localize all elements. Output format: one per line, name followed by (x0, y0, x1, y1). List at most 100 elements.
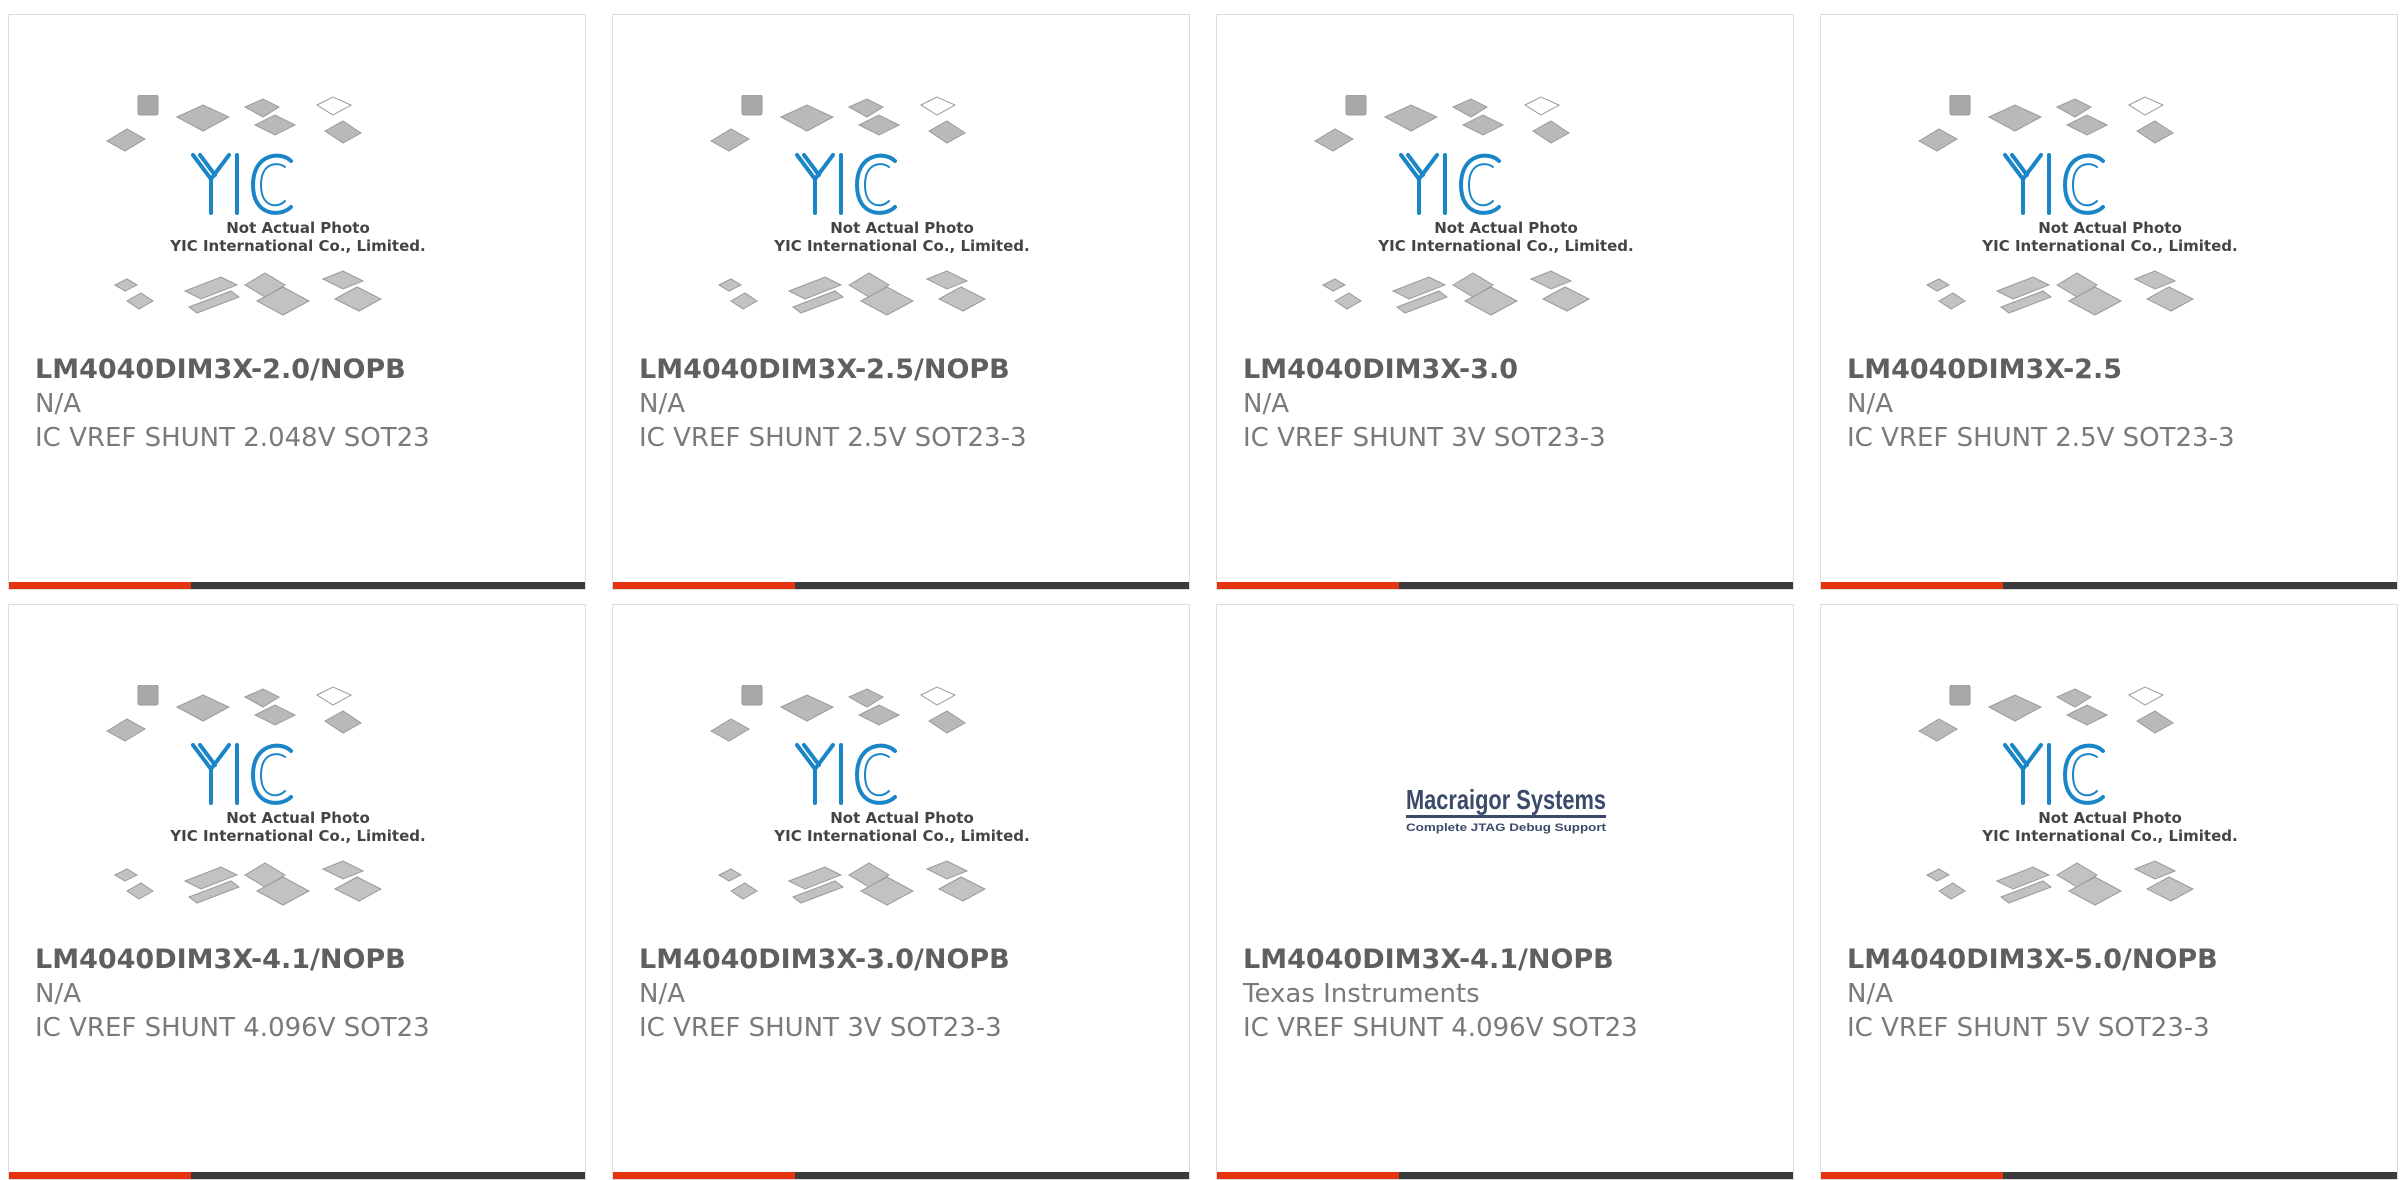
card-footer-bar (1821, 1172, 2397, 1179)
description: IC VREF SHUNT 5V SOT23-3 (1847, 1013, 2210, 1043)
product-image: Not Actual Photo YIC International Co., L… (709, 95, 1095, 361)
caption-company: YIC International Co., Limited. (773, 237, 1029, 255)
chip-packages-top (106, 685, 362, 742)
chip-packages-bottom (717, 860, 987, 906)
product-info: LM4040DIM3X-2.5/NOPB N/A IC VREF SHUNT 2… (639, 353, 1169, 455)
accent-bar (9, 1172, 191, 1179)
product-info: LM4040DIM3X-2.0/NOPB N/A IC VREF SHUNT 2… (35, 353, 565, 455)
manufacturer: N/A (639, 389, 685, 419)
part-number[interactable]: LM4040DIM3X-5.0/NOPB (1847, 943, 2377, 977)
description: IC VREF SHUNT 2.5V SOT23-3 (1847, 423, 2235, 453)
accent-bar (1217, 582, 1399, 589)
card-footer-bar (613, 1172, 1189, 1179)
manufacturer: N/A (1847, 389, 1893, 419)
manufacturer: N/A (1243, 389, 1289, 419)
product-image: Not Actual Photo YIC International Co., L… (1917, 685, 2303, 951)
caption-company: YIC International Co., Limited. (169, 237, 425, 255)
caption-not-actual-photo: Not Actual Photo (830, 809, 974, 827)
chip-packages-top (710, 95, 966, 152)
yic-logo-icon (795, 743, 897, 805)
caption-not-actual-photo: Not Actual Photo (2038, 809, 2182, 827)
product-image: Not Actual Photo YIC International Co., L… (709, 685, 1095, 951)
manufacturer: N/A (35, 979, 81, 1009)
part-number[interactable]: LM4040DIM3X-2.5 (1847, 353, 2377, 387)
product-info: LM4040DIM3X-5.0/NOPB N/A IC VREF SHUNT 5… (1847, 943, 2377, 1045)
chip-packages-top (106, 95, 362, 152)
product-info: LM4040DIM3X-3.0 N/A IC VREF SHUNT 3V SOT… (1243, 353, 1773, 455)
description: IC VREF SHUNT 3V SOT23-3 (1243, 423, 1606, 453)
accent-bar (1217, 1172, 1399, 1179)
product-info: LM4040DIM3X-3.0/NOPB N/A IC VREF SHUNT 3… (639, 943, 1169, 1045)
description: IC VREF SHUNT 4.096V SOT23 (1243, 1013, 1638, 1043)
yic-logo-icon (2003, 743, 2105, 805)
card-footer-bar (9, 1172, 585, 1179)
product-card[interactable]: Not Actual Photo YIC International Co., L… (8, 14, 586, 590)
caption-company: YIC International Co., Limited. (1981, 827, 2237, 845)
product-card[interactable]: Not Actual Photo YIC International Co., L… (8, 604, 586, 1180)
manufacturer: N/A (639, 979, 685, 1009)
yic-logo-icon (795, 153, 897, 215)
chip-packages-top (710, 685, 966, 742)
accent-bar (613, 582, 795, 589)
caption-not-actual-photo: Not Actual Photo (226, 809, 370, 827)
thumbnail-graphic: Not Actual PhotoYIC International Co., L… (106, 685, 426, 906)
thumbnail-graphic: Not Actual PhotoYIC International Co., L… (710, 685, 1030, 906)
chip-packages-bottom (1925, 270, 2195, 316)
card-footer-bar (1821, 582, 2397, 589)
product-info: LM4040DIM3X-2.5 N/A IC VREF SHUNT 2.5V S… (1847, 353, 2377, 455)
product-image: Not Actual Photo YIC International Co., L… (1313, 95, 1699, 361)
product-image: Not Actual Photo YIC International Co., L… (105, 685, 491, 951)
caption-company: YIC International Co., Limited. (1981, 237, 2237, 255)
chip-packages-bottom (1321, 270, 1591, 316)
product-info: LM4040DIM3X-4.1/NOPB N/A IC VREF SHUNT 4… (35, 943, 565, 1045)
caption-company: YIC International Co., Limited. (169, 827, 425, 845)
thumbnail-graphic: Not Actual PhotoYIC International Co., L… (1314, 95, 1634, 316)
accent-bar (9, 582, 191, 589)
brand-name: Macraigor Systems (1406, 784, 1606, 815)
accent-bar (1821, 1172, 2003, 1179)
product-grid: Not Actual Photo YIC International Co., L… (0, 0, 2404, 1180)
caption-not-actual-photo: Not Actual Photo (226, 219, 370, 237)
product-info: LM4040DIM3X-4.1/NOPB Texas Instruments I… (1243, 943, 1773, 1045)
card-footer-bar (1217, 582, 1793, 589)
part-number[interactable]: LM4040DIM3X-4.1/NOPB (1243, 943, 1773, 977)
caption-not-actual-photo: Not Actual Photo (830, 219, 974, 237)
thumbnail-graphic: Not Actual PhotoYIC International Co., L… (1918, 685, 2238, 906)
part-number[interactable]: LM4040DIM3X-3.0/NOPB (639, 943, 1169, 977)
card-footer-bar (613, 582, 1189, 589)
yic-logo-icon (191, 743, 293, 805)
product-card[interactable]: Not Actual Photo YIC International Co., L… (1820, 604, 2398, 1180)
chip-packages-top (1918, 95, 2174, 152)
card-footer-bar (9, 582, 585, 589)
part-number[interactable]: LM4040DIM3X-2.0/NOPB (35, 353, 565, 387)
description: IC VREF SHUNT 3V SOT23-3 (639, 1013, 1002, 1043)
thumbnail-graphic: Not Actual PhotoYIC International Co., L… (710, 95, 1030, 316)
thumbnail-graphic: Not Actual PhotoYIC International Co., L… (106, 95, 426, 316)
yic-logo-icon (191, 153, 293, 215)
product-card[interactable]: Macraigor Systems Complete JTAG Debug Sup… (1216, 604, 1794, 1180)
manufacturer: N/A (1847, 979, 1893, 1009)
chip-packages-bottom (113, 270, 383, 316)
chip-packages-top (1918, 685, 2174, 742)
description: IC VREF SHUNT 4.096V SOT23 (35, 1013, 430, 1043)
part-number[interactable]: LM4040DIM3X-4.1/NOPB (35, 943, 565, 977)
product-image: Macraigor Systems Complete JTAG Debug Sup… (1313, 685, 1699, 951)
manufacturer: N/A (35, 389, 81, 419)
product-card[interactable]: Not Actual Photo YIC International Co., L… (1820, 14, 2398, 590)
product-card[interactable]: Not Actual Photo YIC International Co., L… (1216, 14, 1794, 590)
chip-packages-top (1314, 95, 1570, 152)
part-number[interactable]: LM4040DIM3X-2.5/NOPB (639, 353, 1169, 387)
caption-company: YIC International Co., Limited. (1377, 237, 1633, 255)
chip-packages-bottom (113, 860, 383, 906)
product-card[interactable]: Not Actual Photo YIC International Co., L… (612, 14, 1190, 590)
part-number[interactable]: LM4040DIM3X-3.0 (1243, 353, 1773, 387)
product-image: Not Actual Photo YIC International Co., L… (105, 95, 491, 361)
caption-company: YIC International Co., Limited. (773, 827, 1029, 845)
description: IC VREF SHUNT 2.5V SOT23-3 (639, 423, 1027, 453)
accent-bar (613, 1172, 795, 1179)
product-image: Not Actual Photo YIC International Co., L… (1917, 95, 2303, 361)
manufacturer: Texas Instruments (1243, 979, 1480, 1009)
accent-bar (1821, 582, 2003, 589)
caption-not-actual-photo: Not Actual Photo (2038, 219, 2182, 237)
product-card[interactable]: Not Actual Photo YIC International Co., L… (612, 604, 1190, 1180)
